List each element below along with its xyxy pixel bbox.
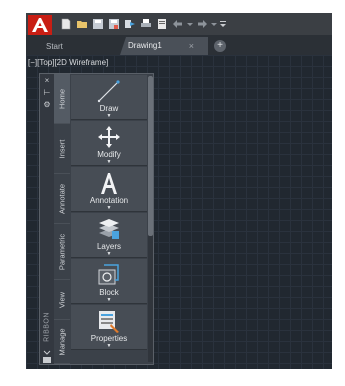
tab-drawing1-label: Drawing1 — [128, 41, 162, 50]
modify-panel-label: Modify — [97, 150, 121, 159]
tab-manage[interactable]: Manage — [54, 320, 70, 364]
panel-expand-icon[interactable]: ▼ — [71, 159, 147, 165]
open-icon[interactable] — [75, 17, 89, 31]
gear-icon[interactable]: ⚙ — [42, 100, 52, 110]
block-panel[interactable]: Block ▼ — [71, 259, 147, 304]
tab-manage-label: Manage — [57, 327, 67, 356]
ribbon-title: RIBBON — [41, 309, 53, 345]
panel-expand-icon[interactable]: ▼ — [71, 343, 147, 349]
tab-view[interactable]: View — [54, 280, 70, 320]
tab-view-label: View — [57, 291, 67, 308]
save-icon[interactable] — [91, 17, 105, 31]
new-icon[interactable] — [59, 17, 73, 31]
tab-home[interactable]: Home — [54, 74, 70, 124]
application-logo-icon[interactable] — [28, 15, 52, 35]
plot-preview-icon[interactable] — [155, 17, 169, 31]
layers-icon — [96, 216, 122, 242]
publish-icon[interactable] — [123, 17, 137, 31]
annotation-panel-label: Annotation — [89, 196, 129, 205]
tab-home-label: Home — [57, 88, 67, 109]
redo-icon[interactable] — [195, 17, 209, 31]
file-tab-bar: Start Drawing1 × + — [26, 35, 332, 55]
ribbon-scrollbar[interactable] — [148, 76, 153, 362]
redo-dropdown-icon[interactable] — [211, 17, 217, 31]
draw-panel[interactable]: Draw ▼ — [71, 75, 147, 120]
customize-dropdown-icon[interactable] — [219, 17, 227, 31]
chevron-down-icon[interactable] — [42, 349, 52, 355]
tab-drawing1[interactable]: Drawing1 × — [120, 37, 208, 55]
pin-icon[interactable]: ⊢ — [42, 88, 52, 98]
tab-insert[interactable]: Insert — [54, 124, 70, 174]
properties-panel-label: Properties — [90, 334, 128, 343]
quick-access-toolbar — [26, 13, 332, 35]
viewport-controls-label[interactable]: [−][Top][2D Wireframe] — [28, 58, 108, 67]
move-arrows-icon — [96, 124, 122, 150]
properties-icon — [96, 308, 122, 334]
panel-expand-icon[interactable]: ▼ — [71, 205, 147, 211]
ribbon-palette: × ⊢ ⚙ RIBBON Home Insert Annotate Parame… — [39, 73, 154, 365]
scrollbar-thumb[interactable] — [148, 76, 153, 236]
layers-panel[interactable]: Layers ▼ — [71, 213, 147, 258]
ribbon-title-text: RIBBON — [43, 312, 51, 342]
save-as-icon[interactable] — [107, 17, 121, 31]
layers-panel-label: Layers — [96, 242, 121, 251]
undo-dropdown-icon[interactable] — [187, 17, 193, 31]
properties-toggle-icon[interactable] — [42, 356, 52, 364]
tab-insert-label: Insert — [57, 139, 67, 158]
tab-start[interactable]: Start — [36, 38, 120, 55]
tab-annotate[interactable]: Annotate — [54, 174, 70, 224]
panel-expand-icon[interactable]: ▼ — [71, 297, 147, 303]
draw-panel-label: Draw — [99, 104, 119, 113]
modify-panel[interactable]: Modify ▼ — [71, 121, 147, 166]
tab-parametric-label: Parametric — [57, 233, 67, 270]
close-icon[interactable]: × — [42, 76, 52, 86]
ribbon-tabs: Home Insert Annotate Parametric View Man… — [54, 74, 70, 364]
properties-panel[interactable]: Properties ▼ — [71, 305, 147, 350]
panel-expand-icon[interactable]: ▼ — [71, 113, 147, 119]
block-icon — [96, 262, 122, 288]
new-tab-button[interactable]: + — [214, 40, 226, 52]
panel-expand-icon[interactable]: ▼ — [71, 251, 147, 257]
ribbon-control-strip: × ⊢ ⚙ RIBBON — [40, 74, 54, 364]
close-icon[interactable]: × — [189, 37, 194, 55]
tab-parametric[interactable]: Parametric — [54, 224, 70, 280]
line-draw-icon — [96, 78, 122, 104]
tab-start-label: Start — [46, 42, 63, 51]
plot-icon[interactable] — [139, 17, 153, 31]
ribbon-panels: Draw ▼ Modify ▼ Annotation ▼ Layers ▼ Bl… — [71, 75, 147, 363]
undo-icon[interactable] — [171, 17, 185, 31]
text-a-icon — [96, 170, 122, 196]
autocad-window: Start Drawing1 × + [−][Top][2D Wireframe… — [26, 13, 332, 369]
annotation-panel[interactable]: Annotation ▼ — [71, 167, 147, 212]
tab-annotate-label: Annotate — [57, 183, 67, 214]
block-panel-label: Block — [99, 288, 119, 297]
